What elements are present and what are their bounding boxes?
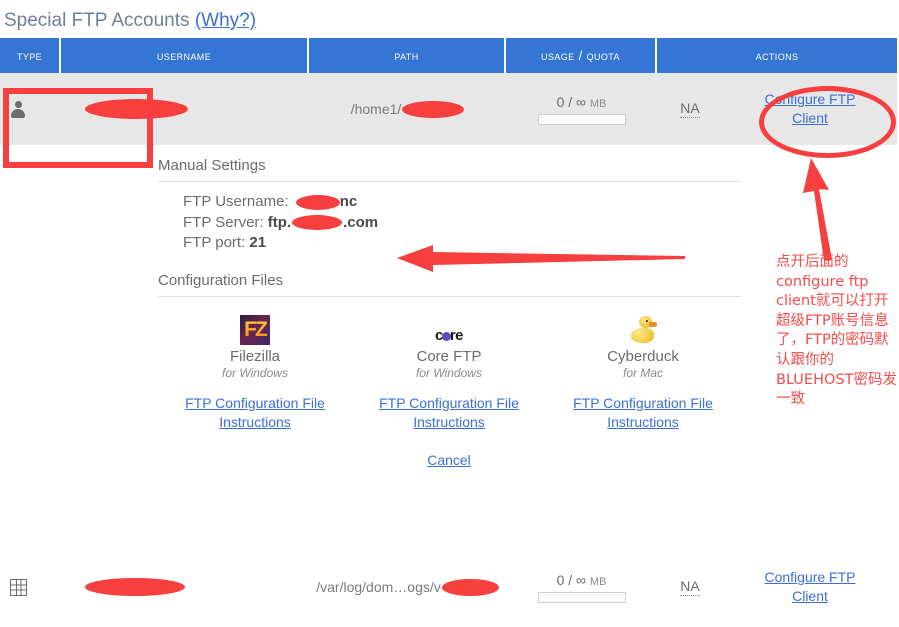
usage-unit: MB	[590, 576, 607, 588]
ftp-server-row: FTP Server: ftp. .com	[183, 213, 897, 234]
row-actions-cell: Configure FTP Client	[723, 551, 897, 623]
redacted-ftp-username	[296, 195, 340, 210]
ftp-username-row: FTP Username: nc	[183, 192, 897, 213]
row-type-cell	[0, 73, 61, 145]
row-quota-cell: NA	[657, 73, 723, 145]
column-header-username: Username	[61, 38, 309, 73]
redacted-path	[402, 101, 464, 118]
usage-value: 0 / ∞ MB	[557, 94, 607, 110]
core-ftp-instructions-wrap: FTP Configuration File Instructions	[352, 394, 546, 432]
filezilla-icon-wrap: FZ	[158, 309, 352, 345]
configuration-files-heading: Configuration Files	[158, 272, 740, 297]
redacted-username	[85, 578, 185, 596]
person-icon	[10, 101, 26, 118]
ftp-client-cyberduck[interactable]: Cyberduck for Mac	[546, 309, 740, 380]
path-text: /home1/	[351, 101, 402, 117]
path-text: /var/log/dom…ogs/v	[316, 579, 441, 595]
usage-progress-bar	[538, 114, 626, 125]
cancel-wrap: Cancel	[158, 452, 740, 470]
usage-number: 0 / ∞	[557, 572, 586, 588]
row-username-cell	[61, 551, 309, 623]
column-header-type: Type	[0, 38, 61, 73]
filezilla-config-instructions-link[interactable]: FTP Configuration File Instructions	[179, 394, 331, 432]
filezilla-os: for Windows	[158, 366, 352, 380]
page-title: Special FTP Accounts (Why?)	[4, 10, 256, 32]
instruction-links: FTP Configuration File Instructions FTP …	[158, 394, 740, 432]
core-ftp-icon-wrap: cre	[352, 309, 546, 345]
row-path-cell: /home1/	[309, 73, 506, 145]
cyberduck-icon[interactable]	[628, 315, 658, 345]
ftp-server-label: FTP Server:	[183, 214, 264, 231]
row-username-cell	[61, 73, 309, 145]
row-path-cell: /var/log/dom…ogs/v	[309, 551, 506, 623]
filezilla-instructions-wrap: FTP Configuration File Instructions	[158, 394, 352, 432]
core-ftp-config-instructions-link[interactable]: FTP Configuration File Instructions	[373, 394, 525, 432]
ftp-port-value: 21	[249, 234, 266, 251]
why-link[interactable]: (Why?)	[195, 10, 256, 31]
ftp-username-value: nc	[340, 193, 358, 210]
quota-value: NA	[680, 578, 699, 596]
cyberduck-config-instructions-link[interactable]: FTP Configuration File Instructions	[567, 394, 719, 432]
core-ftp-os: for Windows	[352, 366, 546, 380]
ftp-port-row: FTP port: 21	[183, 233, 897, 254]
cyberduck-icon-wrap	[546, 309, 740, 345]
column-header-path: Path	[309, 38, 506, 73]
redacted-ftp-server	[292, 215, 342, 230]
ftp-detail-panel: Manual Settings FTP Username: nc FTP Ser…	[0, 145, 897, 470]
cyberduck-instructions-wrap: FTP Configuration File Instructions	[546, 394, 740, 432]
page-title-text: Special FTP Accounts	[4, 10, 190, 31]
filezilla-icon[interactable]: FZ	[240, 315, 270, 345]
redacted-username	[85, 99, 188, 119]
column-header-actions: Actions	[657, 38, 897, 73]
usage-value: 0 / ∞ MB	[557, 572, 607, 588]
ftp-client-filezilla[interactable]: FZ Filezilla for Windows	[158, 309, 352, 380]
row-usage-cell: 0 / ∞ MB	[506, 551, 657, 623]
ftp-clients-list: FZ Filezilla for Windows cre Core FTP fo…	[158, 309, 740, 380]
cancel-link[interactable]: Cancel	[427, 452, 471, 468]
table-row[interactable]: /var/log/dom…ogs/v 0 / ∞ MB NA Configure…	[0, 551, 897, 623]
ftp-server-suffix: .com	[343, 214, 378, 231]
cyberduck-os: for Mac	[546, 366, 740, 380]
ftp-port-label: FTP port:	[183, 234, 245, 251]
quota-value: NA	[680, 100, 699, 118]
row-quota-cell: NA	[657, 551, 723, 623]
ftp-username-label: FTP Username:	[183, 193, 289, 210]
configure-ftp-client-link[interactable]: Configure FTP Client	[758, 90, 862, 128]
ftp-client-core-ftp[interactable]: cre Core FTP for Windows	[352, 309, 546, 380]
table-header-row: Type Username Path Usage / Quota Actions	[0, 38, 897, 73]
row-actions-cell: Configure FTP Client	[723, 73, 897, 145]
cyberduck-name: Cyberduck	[546, 348, 740, 365]
filezilla-name: Filezilla	[158, 348, 352, 365]
usage-unit: MB	[590, 98, 607, 110]
table-row[interactable]: /home1/ 0 / ∞ MB NA Configure FTP Client	[0, 73, 897, 145]
calendar-icon	[10, 579, 27, 596]
core-ftp-icon[interactable]: cre	[435, 327, 463, 345]
usage-progress-bar	[538, 592, 626, 603]
row-type-cell	[0, 551, 61, 623]
ftp-server-prefix: ftp.	[268, 214, 291, 231]
configure-ftp-client-link[interactable]: Configure FTP Client	[758, 568, 862, 606]
manual-settings-heading: Manual Settings	[158, 157, 740, 182]
redacted-path	[442, 579, 499, 596]
row-usage-cell: 0 / ∞ MB	[506, 73, 657, 145]
usage-number: 0 / ∞	[557, 94, 586, 110]
column-header-usage: Usage / Quota	[506, 38, 657, 73]
ftp-accounts-table: Type Username Path Usage / Quota Actions…	[0, 38, 897, 470]
manual-settings-list: FTP Username: nc FTP Server: ftp. .com FT…	[183, 192, 897, 254]
core-ftp-name: Core FTP	[352, 348, 546, 365]
